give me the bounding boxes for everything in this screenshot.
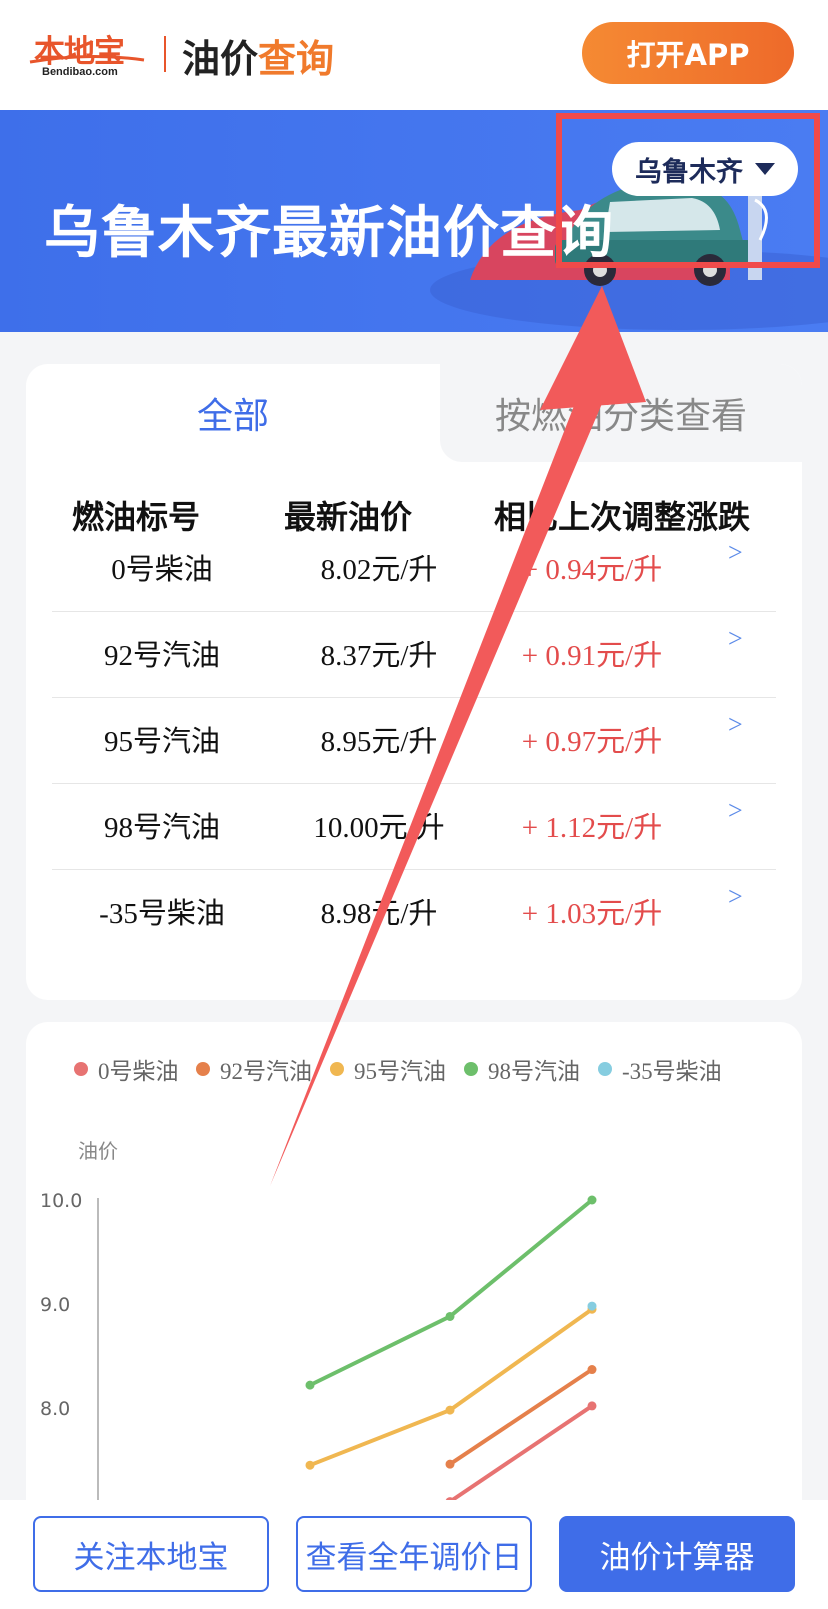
data-point (445, 1459, 455, 1469)
table-row[interactable]: 98号汽油 10.00元/升 + 1.12元/升 > (52, 782, 776, 870)
price-change: + 0.91元/升 (521, 640, 663, 672)
tab-all[interactable]: 全部 (26, 364, 440, 462)
series-line (309, 1307, 594, 1468)
y-axis-label: 油价 (78, 1139, 118, 1163)
tab-by-fuel-category[interactable]: 按燃油分类查看 (440, 364, 802, 462)
data-point (305, 1460, 315, 1470)
series-line (448, 1404, 594, 1504)
y-tick-label: 10.0 (40, 1190, 82, 1212)
header-title-accent: 查询 (258, 37, 335, 81)
chevron-right-icon[interactable]: > (728, 710, 743, 740)
chevron-right-icon[interactable]: > (728, 796, 743, 826)
data-point (587, 1401, 597, 1411)
fuel-name: 92号汽油 (103, 640, 220, 672)
fuel-price: 10.00元/升 (313, 812, 445, 844)
banner-title: 乌鲁木齐最新油价查询 (44, 201, 614, 266)
page: 本地宝 Bendibao.com 油价查询 打开APP 乌鲁木齐最新油价查询 乌… (0, 0, 828, 1609)
price-change: + 1.03元/升 (521, 898, 663, 930)
header-divider (164, 36, 166, 72)
annual-adjustment-days-button[interactable]: 查看全年调价日 (296, 1516, 532, 1592)
chevron-right-icon[interactable]: > (728, 538, 743, 568)
data-point (305, 1380, 315, 1390)
fuel-name: 98号汽油 (103, 812, 220, 844)
open-app-button[interactable]: 打开APP (582, 22, 794, 84)
data-point (587, 1301, 597, 1311)
chevron-right-icon[interactable]: > (728, 624, 743, 654)
y-tick-label: 9.0 (40, 1294, 70, 1316)
fuel-name: 95号汽油 (103, 726, 220, 758)
fuel-price: 8.02元/升 (320, 554, 438, 586)
logo-swoosh-icon (29, 54, 145, 64)
annotation-highlight-box (556, 113, 820, 268)
price-table-card: 全部 按燃油分类查看 燃油标号 最新油价 相比上次调整涨跌 0号柴油 8.02元… (26, 364, 802, 1000)
price-line-chart: 油价 10.0 9.0 8.0 (40, 1139, 597, 1522)
fuel-price: 8.98元/升 (320, 898, 438, 930)
data-point (587, 1365, 597, 1375)
bendibao-logo[interactable]: 本地宝 Bendibao.com (28, 22, 148, 82)
header-title-plain: 油价 (182, 37, 259, 81)
header-title: 油价查询 (182, 28, 334, 83)
price-change: + 0.94元/升 (521, 554, 663, 586)
logo-subtext: Bendibao.com (42, 66, 118, 78)
tab-bar: 全部 按燃油分类查看 (26, 364, 802, 462)
price-chart-card: 0号柴油 92号汽油 95号汽油 98号汽油 -35号柴油 油价 10.0 9.0 8… (26, 1022, 802, 1522)
table-row[interactable]: 92号汽油 8.37元/升 + 0.91元/升 > (52, 610, 776, 698)
fuel-calculator-button[interactable]: 油价计算器 (559, 1516, 795, 1592)
fuel-price: 8.95元/升 (320, 726, 438, 758)
series-line (448, 1367, 594, 1466)
y-tick-label: 8.0 (40, 1398, 70, 1420)
data-point (587, 1195, 597, 1205)
price-change: + 1.12元/升 (521, 812, 663, 844)
price-change: + 0.97元/升 (521, 726, 663, 758)
chevron-right-icon[interactable]: > (728, 882, 743, 912)
data-point (445, 1311, 455, 1321)
fuel-name: 0号柴油 (111, 554, 213, 586)
table-row[interactable]: -35号柴油 8.98元/升 + 1.03元/升 > (52, 868, 776, 956)
data-point (445, 1405, 455, 1415)
series-line (309, 1198, 594, 1387)
table-row[interactable]: 95号汽油 8.95元/升 + 0.97元/升 > (52, 696, 776, 784)
top-header: 本地宝 Bendibao.com 油价查询 打开APP (0, 0, 828, 110)
follow-bendibao-button[interactable]: 关注本地宝 (33, 1516, 269, 1592)
bottom-action-bar: 关注本地宝 查看全年调价日 油价计算器 (0, 1500, 828, 1609)
fuel-name: -35号柴油 (99, 898, 225, 930)
table-row[interactable]: 0号柴油 8.02元/升 + 0.94元/升 > (52, 524, 776, 612)
fuel-price: 8.37元/升 (320, 640, 438, 672)
